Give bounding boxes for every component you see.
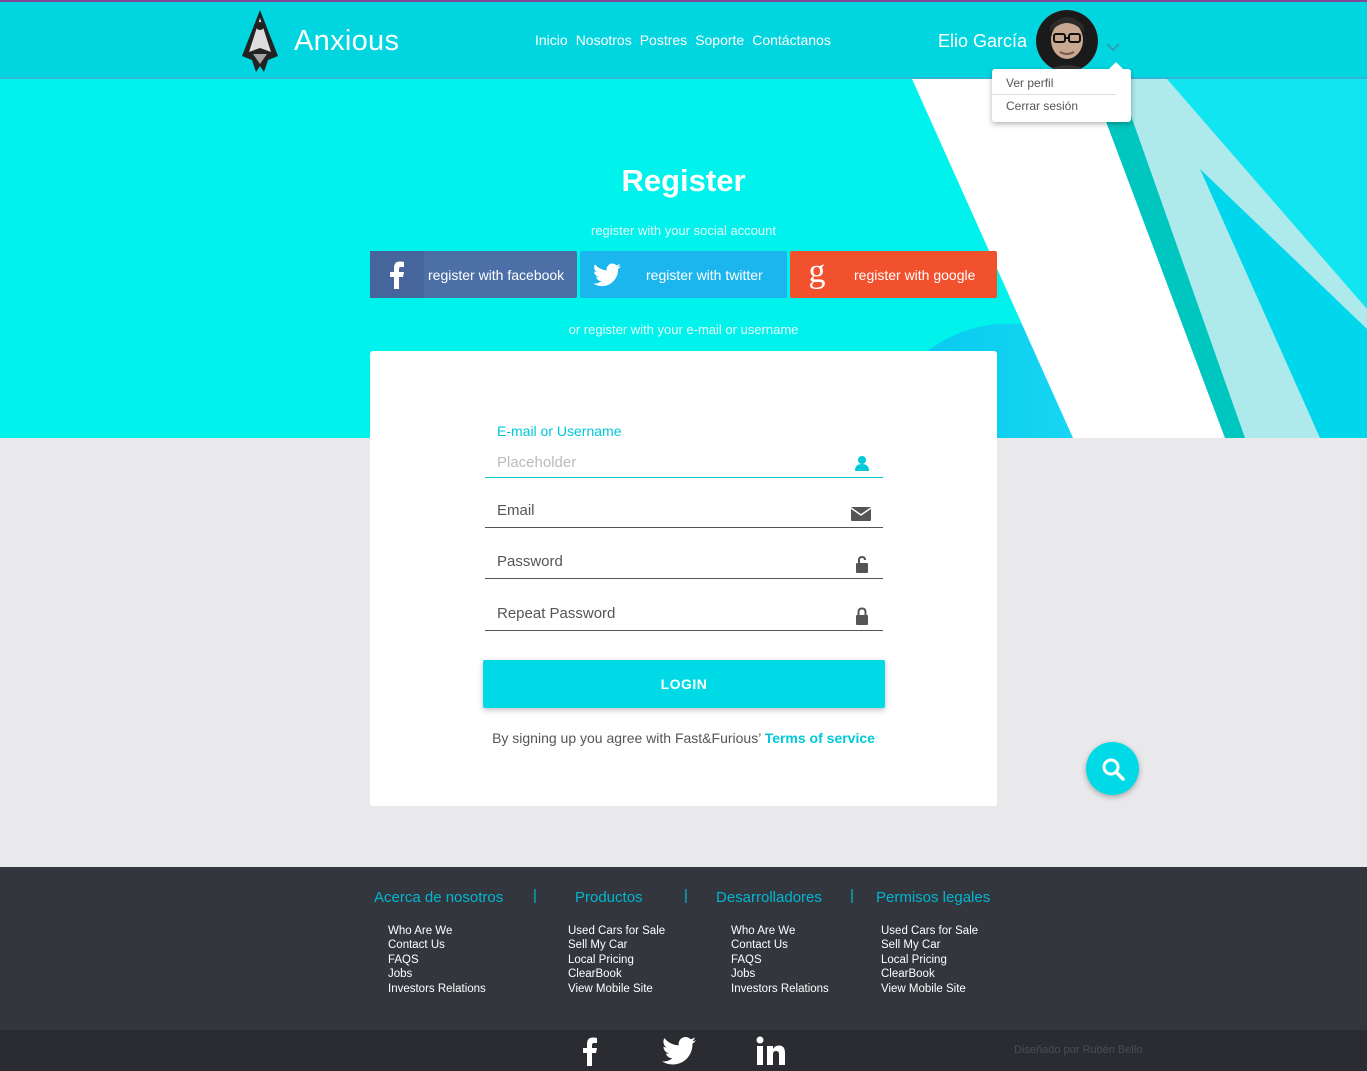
menu-item-ver-perfil[interactable]: Ver perfil	[992, 76, 1116, 95]
nav-link-soporte[interactable]: Soporte	[695, 32, 744, 48]
user-dropdown-menu: Ver perfil Cerrar sesión	[992, 62, 1131, 122]
page-title: Register	[621, 163, 746, 198]
nav-link-contactanos[interactable]: Contáctanos	[752, 32, 831, 48]
footer-list-acerca: Who Are We Contact Us FAQS Jobs Investor…	[388, 924, 486, 996]
footer-link[interactable]: View Mobile Site	[881, 982, 978, 996]
footer-link[interactable]: Jobs	[731, 967, 829, 981]
email-label: Email	[497, 502, 535, 519]
footer-link[interactable]: Who Are We	[388, 924, 486, 938]
terms-notice: By signing up you agree with Fast&Furiou…	[370, 730, 997, 746]
footer-link[interactable]: Investors Relations	[388, 982, 486, 996]
footer-link[interactable]: FAQS	[388, 953, 486, 967]
facebook-icon	[370, 251, 424, 298]
footer-link[interactable]: Contact Us	[731, 938, 829, 952]
footer-link[interactable]: Jobs	[388, 967, 486, 981]
linkedin-icon[interactable]	[754, 1034, 788, 1068]
footer-bottom-bar: Diseñado por Rubén Bello	[0, 1030, 1367, 1071]
footer-link[interactable]: View Mobile Site	[568, 982, 665, 996]
footer-separator: |	[850, 887, 854, 904]
username-input[interactable]	[497, 448, 837, 476]
brand-name: Anxious	[294, 24, 400, 57]
footer-list-permisos: Used Cars for Sale Sell My Car Local Pri…	[881, 924, 978, 996]
nav-link-nosotros[interactable]: Nosotros	[576, 32, 632, 48]
footer-link[interactable]: Contact Us	[388, 938, 486, 952]
footer-list-desarrolladores: Who Are We Contact Us FAQS Jobs Investor…	[731, 924, 829, 996]
register-form-card: E-mail or Username Email Password Repeat…	[370, 351, 997, 806]
footer-link[interactable]: Sell My Car	[568, 938, 665, 952]
menu-item-cerrar-sesion[interactable]: Cerrar sesión	[992, 99, 1092, 113]
username-label: E-mail or Username	[497, 423, 622, 439]
designer-credit: Diseñado por Rubén Bello	[1014, 1044, 1143, 1056]
social-subtitle: register with your social account	[591, 223, 776, 238]
footer-link[interactable]: ClearBook	[568, 967, 665, 981]
footer-col-title-acerca[interactable]: Acerca de nosotros	[374, 889, 503, 906]
email-register-subtitle: or register with your e-mail or username	[568, 322, 799, 337]
footer-link[interactable]: Used Cars for Sale	[568, 924, 665, 938]
navbar: Anxious Inicio Nosotros Postres Soporte …	[0, 0, 1367, 79]
footer-link[interactable]: Local Pricing	[568, 953, 665, 967]
footer-link[interactable]: Investors Relations	[731, 982, 829, 996]
user-name[interactable]: Elio García	[938, 31, 1027, 52]
terms-of-service-link[interactable]: Terms of service	[765, 730, 875, 746]
footer-link[interactable]: Local Pricing	[881, 953, 978, 967]
repeat-password-field[interactable]: Repeat Password	[485, 601, 883, 631]
nav-link-postres[interactable]: Postres	[640, 32, 687, 48]
user-photo	[1036, 10, 1098, 72]
main-nav: Inicio Nosotros Postres Soporte Contácta…	[535, 32, 839, 48]
terms-text: By signing up you agree with Fast&Furiou…	[492, 730, 765, 746]
footer-col-title-productos[interactable]: Productos	[575, 889, 643, 906]
register-google-button[interactable]: g register with google	[790, 251, 997, 298]
user-icon	[855, 456, 869, 471]
footer-col-title-permisos[interactable]: Permisos legales	[876, 889, 990, 906]
password-field[interactable]: Password	[485, 549, 883, 579]
register-facebook-button[interactable]: register with facebook	[370, 251, 577, 298]
brand-logo[interactable]: Anxious	[238, 8, 399, 74]
footer-separator: |	[684, 887, 688, 904]
repeat-password-label: Repeat Password	[497, 605, 616, 622]
register-twitter-button[interactable]: register with twitter	[580, 251, 787, 298]
email-field[interactable]: Email	[485, 498, 883, 528]
lock-icon	[856, 607, 868, 625]
unlock-icon	[856, 555, 868, 573]
social-register-buttons: register with facebook register with twi…	[370, 251, 997, 298]
footer: Acerca de nosotros | Productos | Desarro…	[0, 867, 1367, 1071]
facebook-icon[interactable]	[573, 1034, 607, 1068]
envelope-icon	[851, 507, 871, 521]
footer-col-title-desarrolladores[interactable]: Desarrolladores	[716, 889, 822, 906]
footer-link[interactable]: ClearBook	[881, 967, 978, 981]
footer-link[interactable]: Who Are We	[731, 924, 829, 938]
footer-list-productos: Used Cars for Sale Sell My Car Local Pri…	[568, 924, 665, 996]
footer-link[interactable]: Sell My Car	[881, 938, 978, 952]
search-fab-button[interactable]	[1086, 742, 1139, 795]
twitter-icon[interactable]	[662, 1034, 696, 1068]
password-label: Password	[497, 553, 563, 570]
login-button[interactable]: LOGIN	[483, 660, 885, 708]
register-twitter-label: register with twitter	[646, 266, 763, 283]
footer-separator: |	[533, 887, 537, 904]
register-facebook-label: register with facebook	[428, 266, 565, 283]
twitter-icon	[580, 251, 634, 298]
google-icon: g	[808, 252, 826, 290]
arrowhead-logo-icon	[242, 10, 278, 72]
footer-link[interactable]: Used Cars for Sale	[881, 924, 978, 938]
search-icon	[1102, 758, 1125, 781]
avatar[interactable]	[1036, 10, 1098, 72]
register-google-label: register with google	[854, 266, 976, 283]
chevron-down-icon[interactable]	[1105, 40, 1121, 52]
username-field	[485, 448, 883, 478]
nav-link-inicio[interactable]: Inicio	[535, 32, 568, 48]
footer-link[interactable]: FAQS	[731, 953, 829, 967]
